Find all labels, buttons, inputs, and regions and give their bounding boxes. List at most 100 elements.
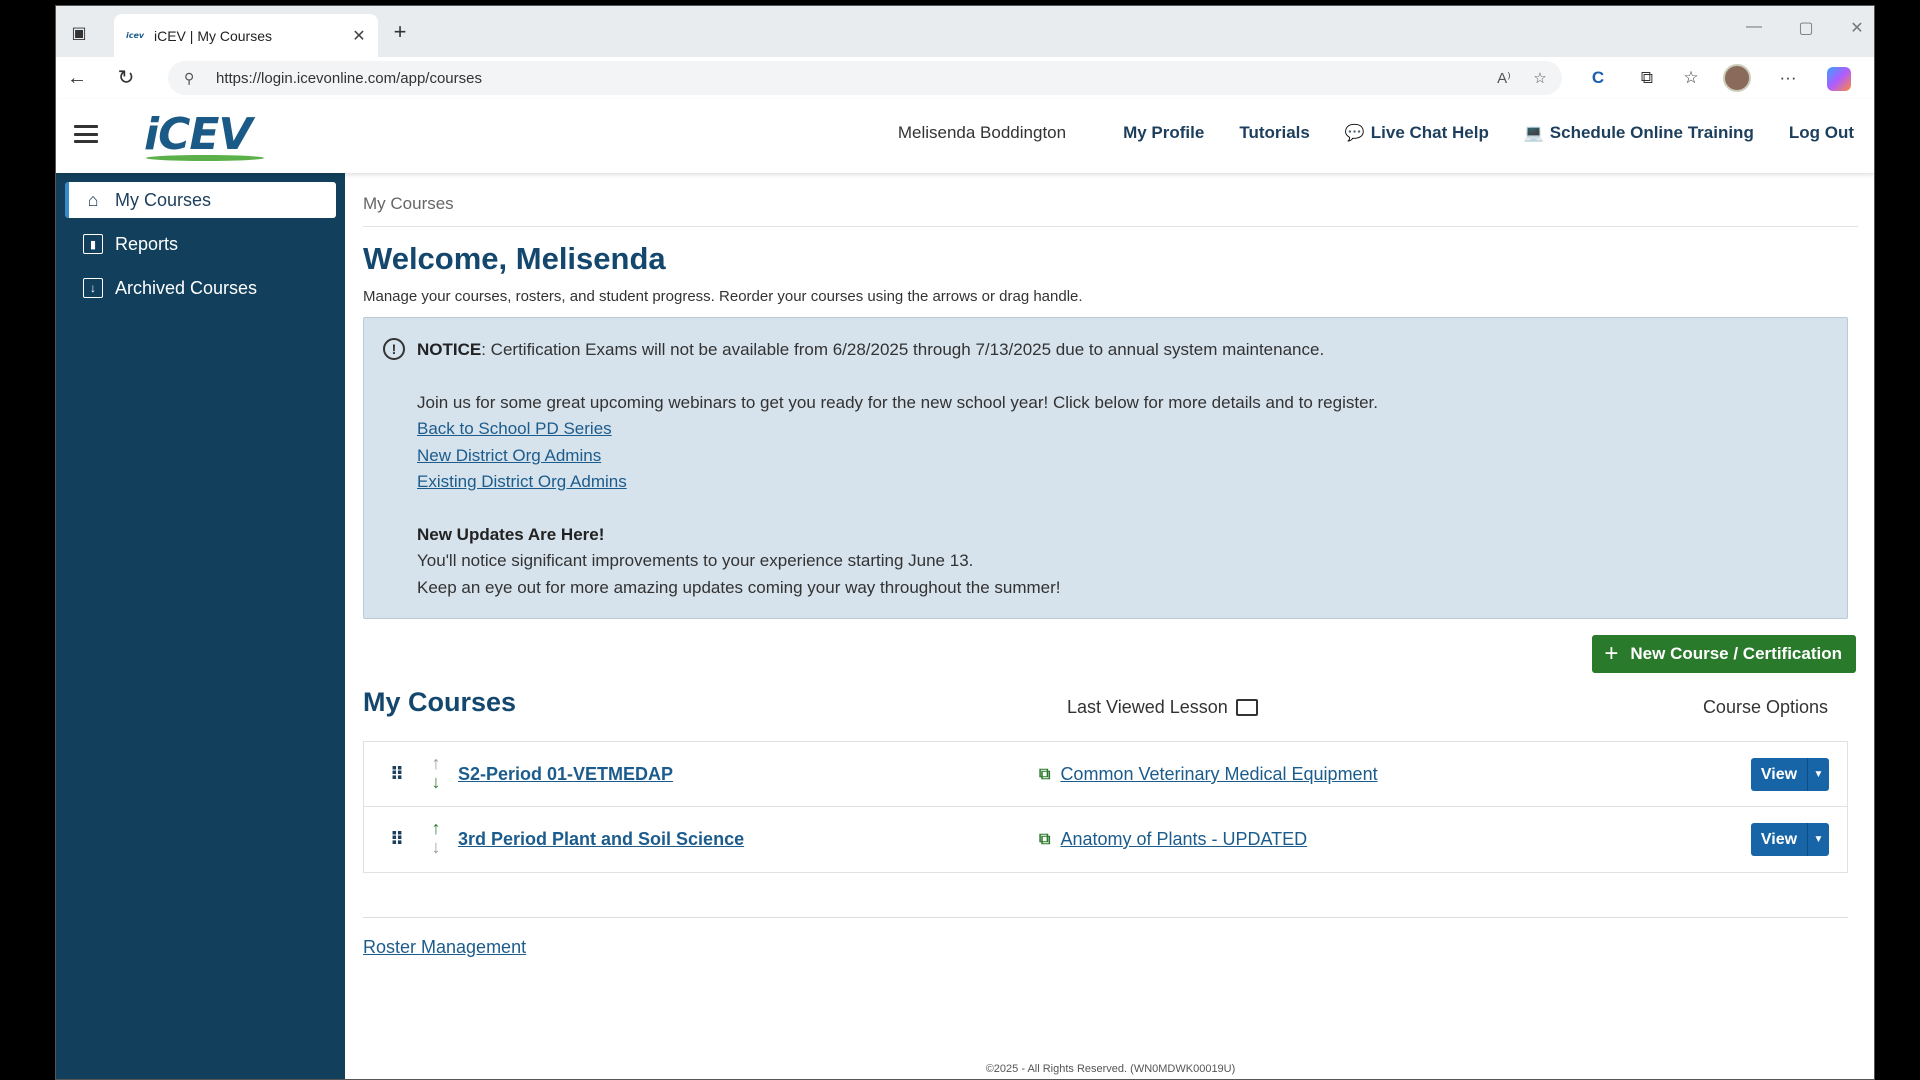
move-down-icon[interactable]: ↓ [432, 838, 441, 857]
course-name-link[interactable]: 3rd Period Plant and Soil Science [458, 829, 744, 850]
caret-down-icon[interactable]: ▼ [1807, 758, 1829, 791]
new-course-label: New Course / Certification [1630, 644, 1842, 663]
new-district-admins-link[interactable]: New District Org Admins [417, 443, 1847, 470]
new-course-button[interactable]: + New Course / Certification [1592, 635, 1856, 673]
url-text[interactable]: https://login.icevonline.com/app/courses [216, 70, 1490, 87]
caret-down-icon[interactable]: ▼ [1807, 823, 1829, 856]
table-row: ⠿ ↑ ↓ S2-Period 01-VETMEDAP ⧉ Common Vet… [364, 742, 1847, 807]
back-icon[interactable]: ← [64, 66, 90, 92]
lesson-label: Common Veterinary Medical Equipment [1060, 764, 1378, 784]
tab-strip: ▣ icev iCEV | My Courses ✕ + — ▢ ✕ [56, 6, 1874, 57]
course-options-header: Course Options [1702, 697, 1828, 717]
site-header: iCEV Melisenda Boddington My Profile Tut… [56, 99, 1874, 173]
tab-actions-icon[interactable]: ▣ [68, 22, 90, 44]
move-up-icon[interactable]: ↑ [432, 754, 441, 773]
extensions-icon[interactable]: ⧉ [1634, 67, 1660, 91]
tab-close-icon[interactable]: ✕ [350, 26, 368, 46]
sidebar-item-label: Archived Courses [115, 277, 258, 298]
drag-handle-icon[interactable]: ⠿ [390, 764, 404, 785]
tutorials-link[interactable]: Tutorials [1239, 123, 1310, 143]
chat-icon: 💬 [1344, 125, 1365, 142]
page-title: Welcome, Melisenda [363, 241, 666, 276]
sidebar-item-label: My Courses [115, 189, 212, 210]
logout-label: Log Out [1788, 123, 1854, 142]
archive-icon: ↓ [83, 278, 103, 298]
courses-table: ⠿ ↑ ↓ S2-Period 01-VETMEDAP ⧉ Common Vet… [363, 741, 1848, 873]
last-viewed-label: Last Viewed Lesson [1067, 697, 1228, 717]
new-tab-icon[interactable]: + [389, 21, 411, 44]
courses-header: My Courses Last Viewed Lesson Course Opt… [363, 677, 1848, 727]
favorite-star-icon[interactable]: ☆ [1526, 69, 1554, 87]
logout-link[interactable]: Log Out [1789, 123, 1854, 143]
logo-swoosh [146, 155, 264, 161]
info-icon: ! [383, 338, 405, 360]
move-down-icon[interactable]: ↓ [432, 773, 441, 792]
updates-line-1: You'll notice significant improvements t… [417, 551, 974, 570]
course-name-link[interactable]: S2-Period 01-VETMEDAP [458, 764, 673, 785]
notice-label: NOTICE [417, 340, 482, 359]
hamburger-menu-icon[interactable] [74, 125, 98, 143]
view-label: View [1760, 765, 1798, 783]
external-link-icon: ⧉ [1039, 830, 1051, 848]
address-bar[interactable]: ⚲ https://login.icevonline.com/app/cours… [168, 61, 1562, 95]
updates-title: New Updates Are Here! [417, 524, 605, 544]
page-subtitle: Manage your courses, rosters, and studen… [363, 288, 1083, 305]
reload-icon[interactable]: ↻ [113, 66, 139, 92]
my-profile-link[interactable]: My Profile [1123, 123, 1204, 143]
footer: ©2025 - All Rights Reserved. (WN0MDWK000… [985, 1063, 1236, 1075]
notice-text: : Certification Exams will not be availa… [481, 340, 1325, 359]
webinar-intro: Join us for some great upcoming webinars… [417, 392, 1378, 412]
browser-tab[interactable]: icev iCEV | My Courses ✕ [114, 14, 378, 57]
read-aloud-icon[interactable]: A⁾ [1490, 69, 1518, 87]
lesson-label: Anatomy of Plants - UPDATED [1060, 829, 1308, 849]
more-icon[interactable]: ··· [1775, 67, 1801, 91]
sidebar-item-label: Reports [115, 233, 179, 254]
move-up-icon[interactable]: ↑ [432, 819, 441, 838]
view-button[interactable]: View ▼ [1751, 758, 1829, 791]
courses-title: My Courses [363, 687, 517, 717]
chart-icon: ▮ [83, 234, 103, 254]
view-button[interactable]: View ▼ [1751, 823, 1829, 856]
roster-management-link[interactable]: Roster Management [363, 937, 526, 958]
minimize-icon[interactable]: — [1742, 18, 1766, 36]
copilot-icon[interactable] [1827, 67, 1851, 91]
sidebar-item-reports[interactable]: ▮ Reports [65, 226, 336, 262]
schedule-training-link[interactable]: 💻 Schedule Online Training [1524, 123, 1754, 143]
last-viewed-header: Last Viewed Lesson [1067, 697, 1258, 718]
laptop-icon: 💻 [1523, 125, 1544, 142]
header-nav: Melisenda Boddington My Profile Tutorial… [898, 123, 1854, 143]
divider [363, 917, 1848, 918]
lock-icon[interactable]: ⚲ [184, 70, 202, 87]
live-chat-link[interactable]: 💬 Live Chat Help [1345, 123, 1489, 143]
breadcrumb[interactable]: My Courses [363, 173, 1858, 227]
reorder-arrows: ↑ ↓ [428, 819, 444, 857]
tutorials-label: Tutorials [1239, 123, 1310, 142]
window-close-icon[interactable]: ✕ [1845, 18, 1869, 38]
existing-district-admins-link[interactable]: Existing District Org Admins [417, 469, 1847, 496]
updates-line-2: Keep an eye out for more amazing updates… [417, 577, 1061, 597]
user-name: Melisenda Boddington [897, 123, 1067, 142]
maximize-icon[interactable]: ▢ [1794, 18, 1818, 38]
sidebar-item-my-courses[interactable]: ⌂ My Courses [65, 182, 336, 218]
favorites-icon[interactable]: ☆ [1678, 67, 1704, 91]
browser-window: ▣ icev iCEV | My Courses ✕ + — ▢ ✕ ← ↻ ⚲… [55, 5, 1875, 1080]
icev-logo[interactable]: iCEV [144, 109, 252, 160]
extension-c-icon[interactable]: C [1585, 67, 1611, 91]
notice-box: ! NOTICE: Certification Exams will not b… [363, 317, 1848, 619]
last-viewed-lesson-link[interactable]: ⧉ Anatomy of Plants - UPDATED [1039, 829, 1307, 850]
profile-avatar[interactable] [1723, 64, 1751, 92]
schedule-label: Schedule Online Training [1549, 123, 1754, 142]
sidebar-item-archived-courses[interactable]: ↓ Archived Courses [65, 270, 336, 306]
tab-title: iCEV | My Courses [154, 27, 272, 44]
sidebar: ⌂ My Courses ▮ Reports ↓ Archived Course… [56, 173, 345, 1079]
reorder-arrows: ↑ ↓ [428, 754, 444, 792]
my-profile-label: My Profile [1123, 123, 1205, 142]
plus-icon: + [1604, 640, 1619, 667]
last-viewed-lesson-link[interactable]: ⧉ Common Veterinary Medical Equipment [1039, 764, 1378, 785]
main-content: My Courses Welcome, Melisenda Manage you… [345, 173, 1874, 1079]
live-chat-label: Live Chat Help [1370, 123, 1489, 142]
table-row: ⠿ ↑ ↓ 3rd Period Plant and Soil Science … [364, 807, 1847, 872]
back-to-school-link[interactable]: Back to School PD Series [417, 416, 1847, 443]
external-link-icon: ⧉ [1039, 765, 1051, 783]
drag-handle-icon[interactable]: ⠿ [390, 829, 404, 850]
